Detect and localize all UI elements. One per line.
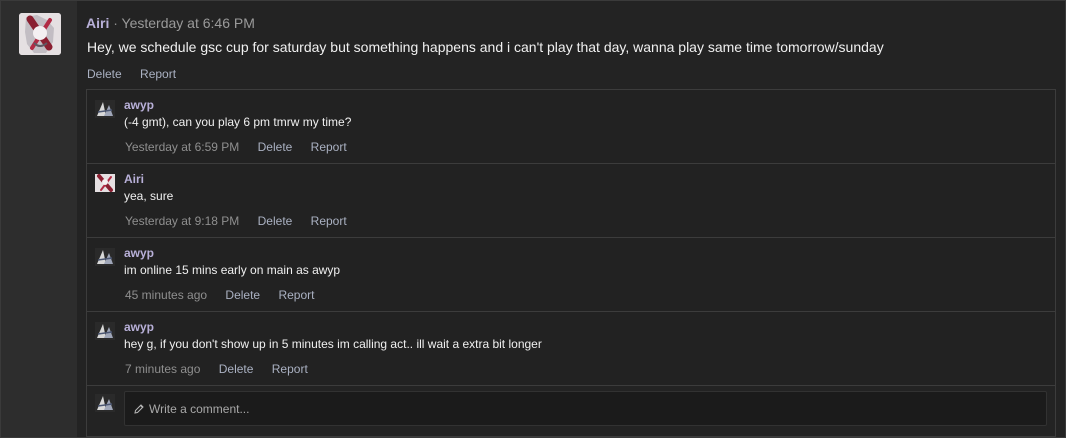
comment-text: im online 15 mins early on main as awyp [124,263,341,277]
comment-text: hey g, if you don't show up in 5 minutes… [124,337,542,351]
comment-delete-link[interactable]: Delete [258,214,293,228]
awyp-avatar[interactable] [95,248,115,266]
comment-author[interactable]: awyp [124,98,154,112]
comment-author[interactable]: Airi [124,172,144,186]
post-actions: Delete Report [87,67,191,81]
comments-list: awyp (-4 gmt), can you play 6 pm tmrw my… [86,89,1056,437]
awyp-avatar[interactable] [95,322,115,340]
post-header: Airi · Yesterday at 6:46 PM [86,15,255,31]
comment-report-link[interactable]: Report [311,140,347,154]
comment-item: awyp hey g, if you don't show up in 5 mi… [87,312,1055,386]
comment-delete-link[interactable]: Delete [258,140,293,154]
comment-item: awyp im online 15 mins early on main as … [87,238,1055,312]
comment-timestamp: 45 minutes ago [125,288,208,302]
comment-report-link[interactable]: Report [311,214,347,228]
comment-timestamp: 7 minutes ago [125,362,201,376]
pencil-icon [133,403,145,415]
airi-comment-avatar[interactable] [95,174,115,192]
comment-delete-link[interactable]: Delete [225,288,260,302]
comment-input-placeholder: Write a comment... [149,401,250,416]
airi-avatar[interactable] [19,13,61,55]
post-delete-link[interactable]: Delete [87,67,122,81]
post-text: Hey, we schedule gsc cup for saturday bu… [87,39,884,55]
comment-text: (-4 gmt), can you play 6 pm tmrw my time… [124,115,352,129]
comment-text: yea, sure [124,189,174,203]
post-timestamp: Yesterday at 6:46 PM [121,15,255,31]
comment-item: Airi yea, sure Yesterday at 9:18 PM Dele… [87,164,1055,238]
comment-author[interactable]: awyp [124,320,154,334]
post-author[interactable]: Airi [86,15,109,31]
awyp-avatar[interactable] [95,100,115,118]
comment-actions: 45 minutes ago Delete Report [125,288,329,302]
awyp-avatar[interactable] [95,394,115,412]
comment-actions: 7 minutes ago Delete Report [125,362,323,376]
comment-input[interactable]: Write a comment... [124,391,1047,426]
comment-actions: Yesterday at 6:59 PM Delete Report [125,140,362,154]
comment-report-link[interactable]: Report [278,288,314,302]
comment-timestamp: Yesterday at 9:18 PM [125,214,240,228]
message-thread-window: Airi · Yesterday at 6:46 PM Hey, we sche… [0,0,1066,438]
left-rail [1,1,77,437]
comment-report-link[interactable]: Report [272,362,308,376]
post-report-link[interactable]: Report [140,67,176,81]
comment-compose-area: Write a comment... [87,386,1055,436]
comment-actions: Yesterday at 9:18 PM Delete Report [125,214,362,228]
comment-delete-link[interactable]: Delete [219,362,254,376]
comment-timestamp: Yesterday at 6:59 PM [125,140,240,154]
header-separator: · [113,15,118,31]
comment-item: awyp (-4 gmt), can you play 6 pm tmrw my… [87,90,1055,164]
comment-author[interactable]: awyp [124,246,154,260]
